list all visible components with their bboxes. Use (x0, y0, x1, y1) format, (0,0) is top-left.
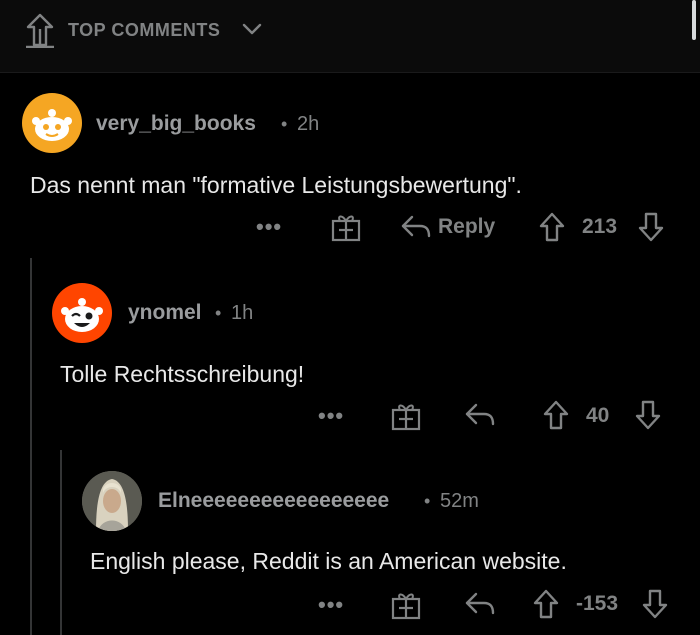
reply-arrow-icon[interactable] (400, 214, 432, 240)
comment-time: 52m (440, 490, 479, 512)
meta-separator: • (215, 303, 222, 323)
comment-body: Tolle Rechtsschreibung! (60, 361, 305, 387)
vote-score: 213 (582, 215, 618, 238)
downvote-icon[interactable] (641, 588, 669, 620)
comment-username[interactable]: Elneeeeeeeeeeeeeeeee (158, 489, 389, 513)
comment-time: 1h (231, 302, 254, 324)
sort-top-icon (24, 12, 56, 48)
upvote-icon[interactable] (532, 588, 560, 620)
comment-username[interactable]: ynomel (128, 301, 202, 325)
meta-separator: • (281, 114, 288, 134)
more-options-button[interactable]: ••• (256, 216, 282, 238)
award-gift-icon[interactable] (331, 212, 361, 242)
downvote-icon[interactable] (637, 211, 665, 243)
more-options-button[interactable]: ••• (318, 594, 344, 616)
upvote-icon[interactable] (542, 399, 570, 431)
award-gift-icon[interactable] (391, 401, 421, 431)
snoo-avatar-yellow[interactable] (22, 93, 82, 153)
upvote-icon[interactable] (538, 211, 566, 243)
comment-body: Das nennt man "formative Leistungsbewert… (30, 172, 522, 198)
vote-score: 40 (586, 404, 610, 427)
sort-label[interactable]: TOP COMMENTS (68, 20, 220, 41)
sort-bar[interactable]: TOP COMMENTS (0, 0, 700, 73)
photo-avatar[interactable] (82, 471, 142, 531)
snoo-avatar-red[interactable] (52, 283, 112, 343)
thread-line-level-1[interactable] (30, 258, 32, 635)
comment-body: English please, Reddit is an American we… (90, 548, 567, 574)
vote-score: -153 (576, 592, 619, 615)
reply-button[interactable]: Reply (438, 215, 495, 239)
thread-line-level-2[interactable] (60, 450, 62, 635)
reply-arrow-icon[interactable] (464, 402, 496, 428)
award-gift-icon[interactable] (391, 590, 421, 620)
comment-username[interactable]: very_big_books (96, 112, 256, 136)
meta-separator: • (424, 491, 431, 511)
more-options-button[interactable]: ••• (318, 405, 344, 427)
downvote-icon[interactable] (634, 399, 662, 431)
reply-arrow-icon[interactable] (464, 591, 496, 617)
chevron-down-icon[interactable] (242, 22, 262, 36)
comment-time: 2h (297, 113, 320, 135)
scrollbar-thumb[interactable] (692, 0, 696, 40)
